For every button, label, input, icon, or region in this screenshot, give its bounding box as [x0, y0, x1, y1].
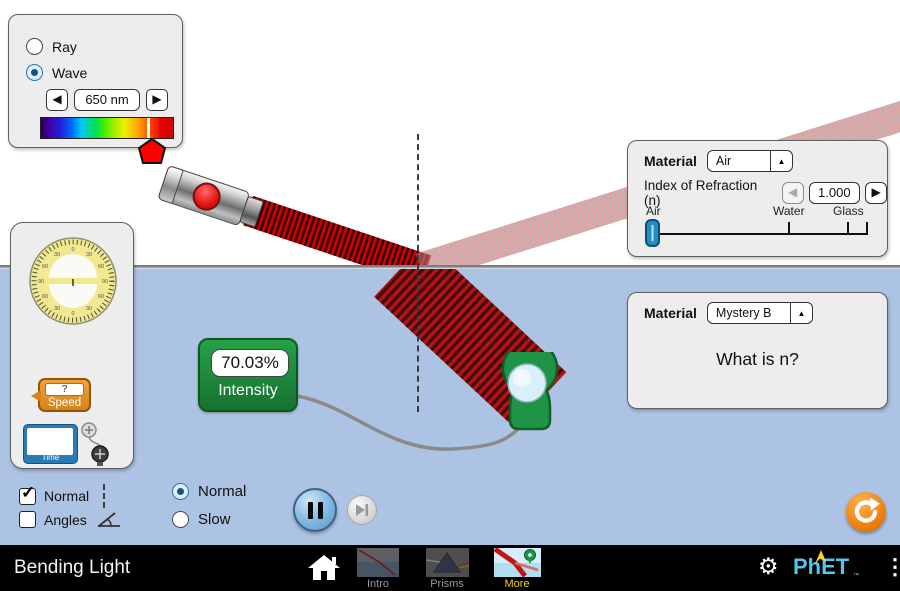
tab-intro-label: Intro [366, 578, 389, 590]
time-tool-probes[interactable] [77, 421, 111, 467]
ray-option[interactable]: Ray [26, 38, 77, 55]
normal-dashed-line [417, 134, 419, 412]
material-combo-air[interactable]: Air ▲ [706, 150, 793, 172]
wavelength-marker [147, 118, 150, 138]
wavelength-value[interactable]: 650 nm [74, 89, 140, 111]
intensity-sensor[interactable] [497, 352, 563, 436]
sim-speed-normal-radio[interactable] [172, 483, 189, 500]
angles-checkbox-label: Angles [44, 511, 87, 528]
material-label: Material [644, 305, 697, 321]
time-label: Time [41, 453, 60, 462]
wavelength-decrease-button[interactable]: ◀ [46, 89, 68, 111]
protractor-number: 30 [54, 306, 60, 312]
wave-radio[interactable] [26, 64, 43, 81]
material-combo-value: Air [715, 154, 732, 168]
intensity-readout: 70.03% [211, 349, 289, 377]
protractor-number: 0 [71, 311, 74, 317]
toolbox-panel: 0 30 60 90 60 30 0 30 60 90 60 30 ? Spee… [10, 222, 134, 469]
protractor-number: 30 [86, 306, 92, 312]
normal-checkbox-label: Normal [44, 488, 90, 504]
sensor-lens-highlight [513, 369, 531, 387]
speed-tool[interactable]: ? Speed [31, 378, 91, 412]
prisms-tab-thumbnail [425, 548, 469, 577]
laser-view-panel: Ray Wave ◀ 650 nm ▶ [8, 14, 183, 164]
sim-speed-slow-label: Slow [198, 511, 231, 528]
time-chart-screen [27, 428, 73, 455]
protractor-number: 60 [42, 294, 48, 300]
wavelength-slider-thumb[interactable] [138, 138, 166, 164]
pause-button[interactable] [293, 488, 337, 532]
slider-tick-glass: Glass [833, 204, 864, 218]
slider-tick-water: Water [773, 204, 805, 218]
wavelength-increase-button[interactable]: ▶ [146, 89, 168, 111]
protractor-number: 90 [38, 279, 44, 285]
index-slider-track[interactable] [644, 218, 872, 248]
reset-arrow-icon [854, 498, 880, 523]
wave-time-tool[interactable]: Time [23, 424, 78, 464]
intensity-meter[interactable]: 70.03% Intensity [198, 338, 298, 412]
gear-icon[interactable]: ⚙ [758, 553, 779, 580]
sim-speed-normal[interactable]: Normal [172, 483, 246, 500]
sim-title: Bending Light [14, 557, 131, 578]
angles-checkbox[interactable] [19, 511, 36, 528]
protractor-number: 60 [98, 294, 104, 300]
more-tools-tab-thumbnail [493, 548, 541, 577]
protractor-number: 30 [86, 252, 92, 258]
bending-light-simulation: 70.03% Intensity Ray Wave ◀ 650 nm ▶ Mat… [0, 0, 900, 591]
protractor-number: 0 [71, 247, 74, 253]
material-combo-mystery[interactable]: Mystery B ▲ [706, 302, 813, 324]
mystery-question: What is n? [716, 349, 799, 369]
sim-speed-normal-label: Normal [198, 483, 247, 500]
ray-label: Ray [52, 38, 77, 55]
wave-label: Wave [52, 64, 88, 81]
angles-option[interactable]: Angles [19, 511, 121, 528]
combo-up-arrow-icon[interactable]: ▲ [769, 151, 792, 171]
sim-speed-slow[interactable]: Slow [172, 511, 231, 528]
speed-readout: ? [45, 383, 84, 396]
wave-option[interactable]: Wave [26, 64, 87, 81]
protractor-tool[interactable]: 0 30 60 90 60 30 0 30 60 90 60 30 [28, 236, 118, 326]
wavelength-spectrum-track[interactable] [40, 117, 174, 139]
speed-label: Speed [47, 397, 82, 409]
incident-wave-beam [243, 195, 432, 269]
intensity-label: Intensity [218, 382, 278, 399]
material-panel-air: Material Air ▲ Index of Refraction (n) ◀… [627, 140, 888, 257]
slider-tick-air: Air [646, 204, 661, 218]
index-slider[interactable]: Air Water Glass [644, 204, 872, 248]
sim-speed-slow-radio[interactable] [172, 511, 189, 528]
material-panel-mystery: Material Mystery B ▲ What is n? [627, 292, 888, 409]
tab-more-tools[interactable]: More Tools [492, 548, 542, 591]
tab-intro[interactable]: Intro [353, 548, 403, 590]
air-material-interface [0, 265, 900, 269]
tab-prisms[interactable]: Prisms [422, 548, 472, 590]
phet-trademark: ™ [853, 573, 860, 579]
tab-more-tools-label: More Tools [504, 578, 530, 591]
angles-icon [97, 512, 120, 527]
ray-radio[interactable] [26, 38, 43, 55]
protractor-number: 60 [42, 264, 48, 270]
step-forward-button[interactable] [347, 495, 377, 525]
normal-line-icon [103, 484, 106, 508]
normal-checkbox[interactable] [19, 483, 36, 505]
step-forward-icon [356, 504, 369, 516]
material-label: Material [644, 153, 697, 169]
menu-dots-icon[interactable]: ⋮ [884, 552, 900, 582]
protractor-number: 90 [102, 279, 108, 285]
index-decrease-button[interactable]: ◀ [781, 182, 804, 204]
navigation-bar: Bending Light Intro Prisms More ⚙ PhET ™… [0, 545, 900, 591]
combo-up-arrow-icon[interactable]: ▲ [789, 303, 812, 323]
material-combo-value: Mystery B [715, 306, 772, 320]
tab-prisms-label: Prisms [430, 578, 464, 590]
protractor-number: 30 [54, 252, 60, 258]
index-value[interactable]: 1.000 [808, 182, 861, 204]
intro-tab-thumbnail [357, 548, 399, 577]
protractor-number: 60 [98, 264, 104, 270]
normal-option[interactable]: Normal [19, 483, 106, 508]
index-increase-button[interactable]: ▶ [865, 182, 887, 204]
home-icon[interactable] [308, 555, 340, 581]
reset-all-button[interactable] [846, 492, 886, 532]
phet-logo[interactable]: PhET ™ [793, 550, 859, 580]
